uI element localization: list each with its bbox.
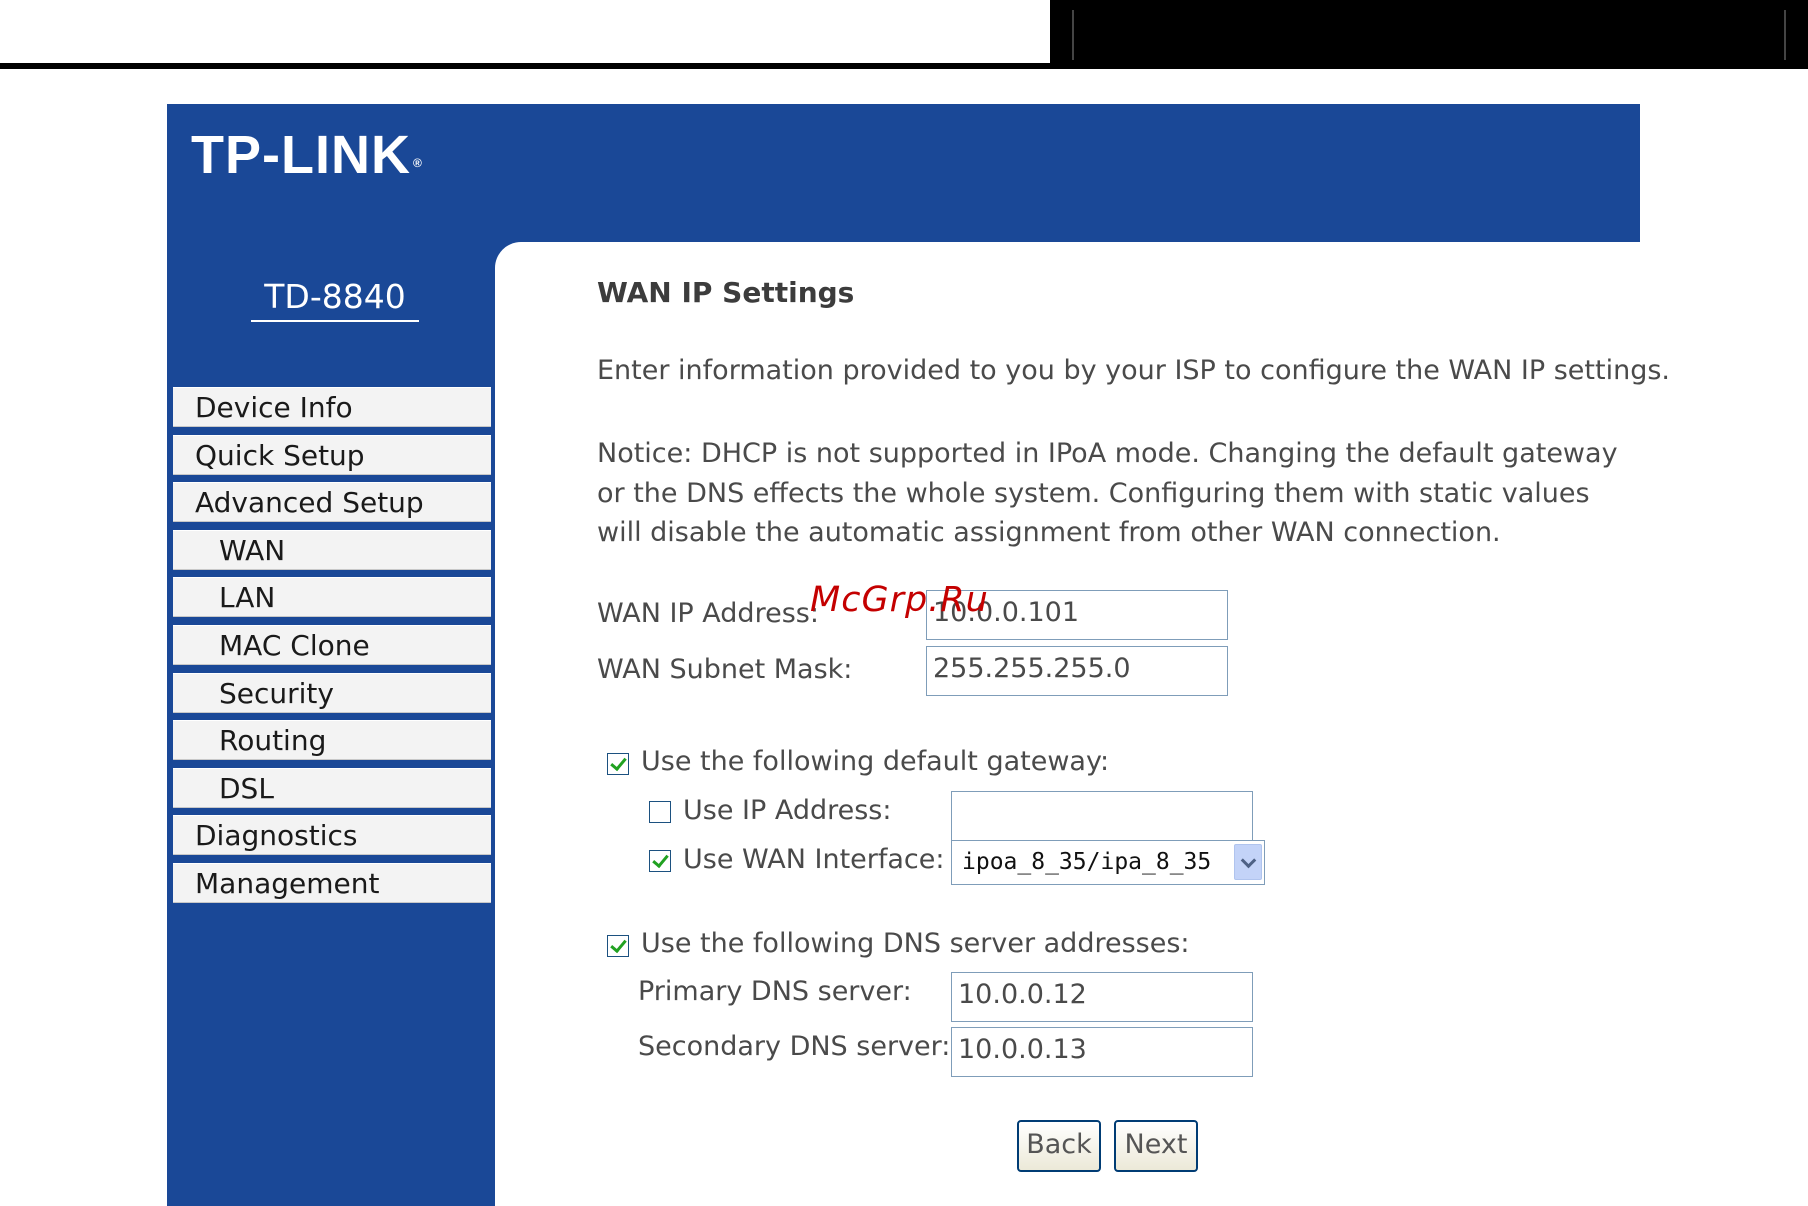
nav-mac-clone[interactable]: MAC Clone (173, 624, 491, 665)
primary-dns-input[interactable]: 10.0.0.12 (951, 972, 1253, 1022)
subnet-mask-input[interactable]: 255.255.255.0 (926, 646, 1228, 696)
sidebar-nav: Device Info Quick Setup Advanced Setup W… (173, 387, 491, 911)
top-black-bar (1050, 0, 1808, 66)
next-button[interactable]: Next (1114, 1120, 1198, 1172)
tp-link-logo: TP-LINK ® (191, 125, 423, 185)
nav-wan[interactable]: WAN (173, 529, 491, 570)
nav-dsl[interactable]: DSL (173, 767, 491, 808)
default-gateway-checkbox[interactable] (607, 753, 629, 775)
watermark: McGrp.Ru (810, 580, 989, 620)
secondary-dns-label: Secondary DNS server: (638, 1031, 951, 1062)
wan-interface-select[interactable]: ipoa_8_35/ipa_8_35 (951, 840, 1265, 885)
default-gateway-label: Use the following default gateway: (641, 746, 1110, 777)
subnet-mask-label: WAN Subnet Mask: (597, 654, 853, 685)
model-name: TD-8840 (251, 274, 419, 322)
wan-interface-value: ipoa_8_35/ipa_8_35 (962, 849, 1212, 875)
content-pane: WAN IP Settings Enter information provid… (495, 242, 1670, 1206)
chevron-down-icon[interactable] (1234, 844, 1262, 880)
nav-lan[interactable]: LAN (173, 577, 491, 618)
nav-quick-setup[interactable]: Quick Setup (173, 434, 491, 475)
nav-advanced-setup[interactable]: Advanced Setup (173, 482, 491, 523)
page-title: WAN IP Settings (597, 276, 855, 309)
wan-ip-label: WAN IP Address: (597, 598, 819, 629)
nav-diagnostics[interactable]: Diagnostics (173, 815, 491, 856)
router-frame: TP-LINK ® TD-8840 Device Info Quick Setup… (167, 104, 1670, 1206)
gateway-ip-input[interactable] (951, 791, 1253, 841)
nav-routing[interactable]: Routing (173, 720, 491, 761)
dns-label: Use the following DNS server addresses: (641, 928, 1190, 959)
use-wan-interface-checkbox[interactable] (649, 850, 671, 872)
notice-text: Notice: DHCP is not supported in IPoA mo… (597, 438, 1618, 548)
secondary-dns-input[interactable]: 10.0.0.13 (951, 1027, 1253, 1077)
use-ip-checkbox[interactable] (649, 801, 671, 823)
intro-text: Enter information provided to you by you… (597, 355, 1670, 386)
nav-management[interactable]: Management (173, 862, 491, 903)
use-wan-interface-label: Use WAN Interface: (683, 844, 945, 875)
use-ip-label: Use IP Address: (683, 795, 892, 826)
nav-device-info[interactable]: Device Info (173, 387, 491, 427)
primary-dns-label: Primary DNS server: (638, 976, 912, 1007)
dns-checkbox[interactable] (607, 935, 629, 957)
nav-security[interactable]: Security (173, 672, 491, 713)
back-button[interactable]: Back (1017, 1120, 1101, 1172)
